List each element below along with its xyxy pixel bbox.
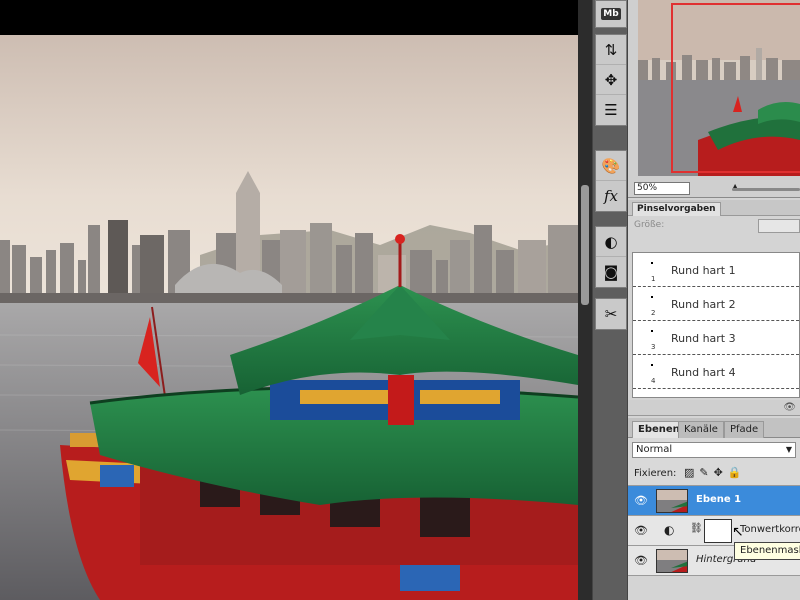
- layer-thumbnail: [656, 489, 688, 513]
- styles-icon[interactable]: fx: [596, 181, 626, 211]
- brush-size-row: Größe:: [628, 216, 800, 238]
- harbor-photo: [0, 35, 578, 600]
- brush-preset-name: Rund hart 4: [671, 366, 736, 379]
- brush-size-number: 4: [651, 377, 656, 385]
- minibridge-icon[interactable]: Mb: [596, 1, 626, 27]
- layer-thumbnail: [656, 549, 688, 573]
- brush-size-number: 3: [651, 343, 656, 351]
- layer-mask-thumbnail[interactable]: [704, 519, 732, 543]
- adjustments-icon[interactable]: ◐: [596, 227, 626, 257]
- right-panel-dock: 50% ▲ Pinselvorgaben Größe: 1 Rund hart …: [628, 0, 800, 600]
- layers-panel-tabs: Ebenen Kanäle Pfade: [628, 418, 800, 438]
- visibility-eye-icon[interactable]: 👁: [634, 494, 648, 507]
- tool-presets-icon[interactable]: ☰: [596, 95, 626, 125]
- toolstrip-group-styles: 🎨 fx: [595, 150, 627, 212]
- layer-row-ebene-1[interactable]: 👁 Ebene 1: [628, 486, 800, 516]
- visibility-eye-icon[interactable]: 👁: [634, 554, 648, 567]
- tooltip: Ebenenmaske: [734, 542, 800, 560]
- brush-preset-name: Rund hart 2: [671, 298, 736, 311]
- blend-mode-select[interactable]: Normal ▼: [632, 442, 796, 458]
- panel-icon-strip: Mb ⇅ ✥ ☰ 🎨 fx ◐ ◙ ✂: [592, 0, 628, 600]
- zoom-field[interactable]: 50%: [634, 182, 690, 195]
- lock-all-icon[interactable]: 🔒: [728, 466, 742, 479]
- layers-panel-footer: [628, 576, 800, 600]
- brush-tip-icon: [651, 364, 653, 366]
- brush-preset-name: Rund hart 1: [671, 264, 736, 277]
- mouse-cursor-icon: ↖: [732, 524, 744, 540]
- navigator-view-box[interactable]: [671, 3, 800, 173]
- photoshop-workspace: Mb ⇅ ✥ ☰ 🎨 fx ◐ ◙ ✂ 50% ▲ Pinselvorgaben…: [0, 0, 800, 600]
- blend-mode-value: Normal: [636, 444, 673, 455]
- layer-name: Tonwertkorrektur: [740, 524, 800, 535]
- brush-size-number: 2: [651, 309, 656, 317]
- lock-row: Fixieren: ▨ ✎ ✥ 🔒: [628, 462, 800, 486]
- masks-icon[interactable]: ◙: [596, 257, 626, 287]
- toolstrip-group-top: Mb: [595, 0, 627, 28]
- levels-adjustment-icon: ◐: [664, 523, 675, 537]
- brush-preset-item[interactable]: 4 Rund hart 4: [633, 355, 799, 389]
- layer-name: Ebene 1: [696, 494, 742, 505]
- toolstrip-group-brush: ✂: [595, 298, 627, 330]
- lock-position-icon[interactable]: ✥: [714, 466, 723, 479]
- lock-label: Fixieren:: [634, 468, 677, 479]
- tab-paths[interactable]: Pfade: [724, 421, 765, 438]
- history-icon[interactable]: ⇅: [596, 35, 626, 65]
- tab-channels[interactable]: Kanäle: [678, 421, 724, 438]
- visibility-eye-icon[interactable]: 👁: [634, 524, 648, 537]
- lock-options: ▨ ✎ ✥ 🔒: [684, 466, 742, 479]
- swatches-icon[interactable]: 🎨: [596, 151, 626, 181]
- brush-size-number: 1: [651, 275, 656, 283]
- toolstrip-group-history: ⇅ ✥ ☰: [595, 34, 627, 126]
- brush-preset-item[interactable]: 3 Rund hart 3: [633, 321, 799, 355]
- toggle-brush-panel-icon[interactable]: 👁: [783, 402, 796, 413]
- blend-mode-row: Normal ▼: [628, 438, 800, 462]
- brush-preset-name: Rund hart 3: [671, 332, 736, 345]
- actions-icon[interactable]: ✥: [596, 65, 626, 95]
- brush-size-label: Größe:: [634, 220, 665, 230]
- toolstrip-group-adjustments: ◐ ◙: [595, 226, 627, 288]
- brush-preset-item[interactable]: 2 Rund hart 2: [633, 287, 799, 321]
- brush-presets-header: Pinselvorgaben: [628, 200, 800, 216]
- lock-transparency-icon[interactable]: ▨: [684, 466, 694, 479]
- link-chain-icon[interactable]: ⛓: [690, 523, 703, 534]
- lock-pixels-icon[interactable]: ✎: [699, 466, 708, 479]
- navigator-thumbnail[interactable]: [638, 0, 800, 176]
- brush-size-slider[interactable]: [758, 219, 800, 233]
- scrollbar-thumb[interactable]: [581, 185, 589, 305]
- brush-preset-list[interactable]: 1 Rund hart 1 2 Rund hart 2 3 Rund hart …: [632, 252, 800, 398]
- brush-tip-icon: [651, 262, 653, 264]
- tab-brush-presets[interactable]: Pinselvorgaben: [632, 202, 721, 216]
- brush-presets-footer: 👁: [628, 400, 800, 416]
- navigator-panel: 50% ▲: [628, 0, 800, 198]
- document-canvas[interactable]: [0, 0, 578, 600]
- chevron-down-icon: ▼: [785, 445, 792, 454]
- brush-tip-icon: [651, 296, 653, 298]
- canvas-vertical-scrollbar[interactable]: [578, 0, 592, 600]
- brush-tip-icon: [651, 330, 653, 332]
- brush-preset-icon[interactable]: ✂: [596, 299, 626, 329]
- zoom-slider[interactable]: [732, 188, 800, 191]
- brush-preset-item[interactable]: 1 Rund hart 1: [633, 253, 799, 287]
